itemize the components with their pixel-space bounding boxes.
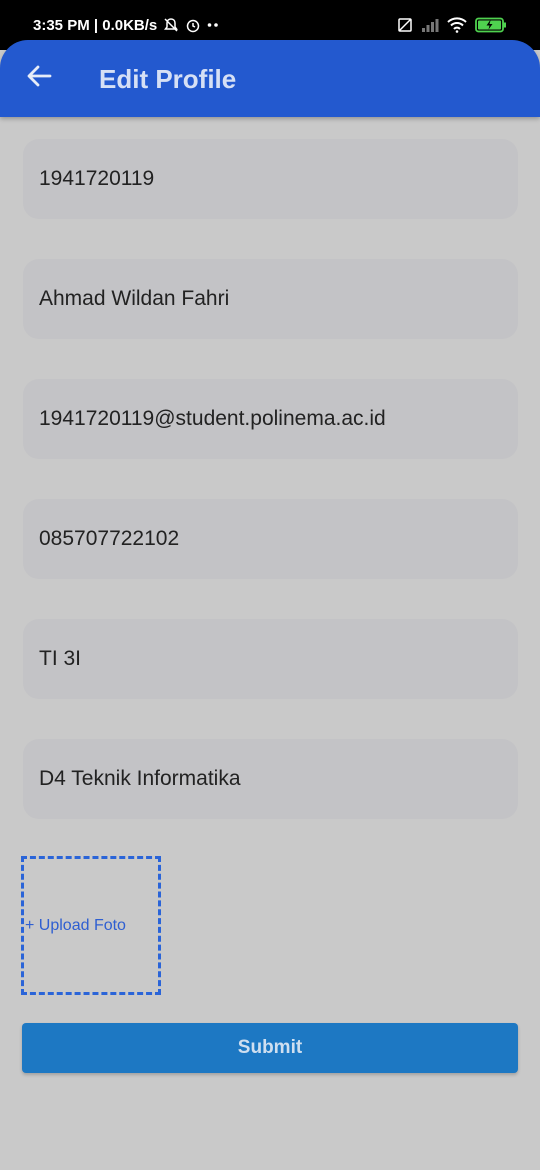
class-field[interactable]: TI 3I [23,619,518,699]
major-field[interactable]: D4 Teknik Informatika [23,739,518,819]
battery-charging-icon [475,17,507,33]
arrow-left-icon [26,64,52,93]
upload-photo-button[interactable]: + Upload Foto [21,856,161,995]
status-time-speed: 3:35 PM | 0.0KB/s [33,16,158,34]
wifi-icon [447,17,467,33]
submit-button[interactable]: Submit [22,1023,518,1073]
status-bar-right [397,17,507,33]
mute-bell-icon [163,17,179,33]
signal-icon [421,18,439,32]
alarm-icon [185,17,201,33]
profile-form: 1941720119 Ahmad Wildan Fahri 1941720119… [23,139,518,859]
more-dots-icon [207,22,219,28]
email-field[interactable]: 1941720119@student.polinema.ac.id [23,379,518,459]
app-bar: Edit Profile [0,40,540,117]
page-title: Edit Profile [99,64,237,94]
name-field[interactable]: Ahmad Wildan Fahri [23,259,518,339]
upload-photo-label: + Upload Foto [25,916,126,934]
back-button[interactable] [20,59,58,97]
no-sim-icon [397,17,413,33]
nim-field[interactable]: 1941720119 [23,139,518,219]
phone-field[interactable]: 085707722102 [23,499,518,579]
status-bar-left: 3:35 PM | 0.0KB/s [33,17,219,34]
